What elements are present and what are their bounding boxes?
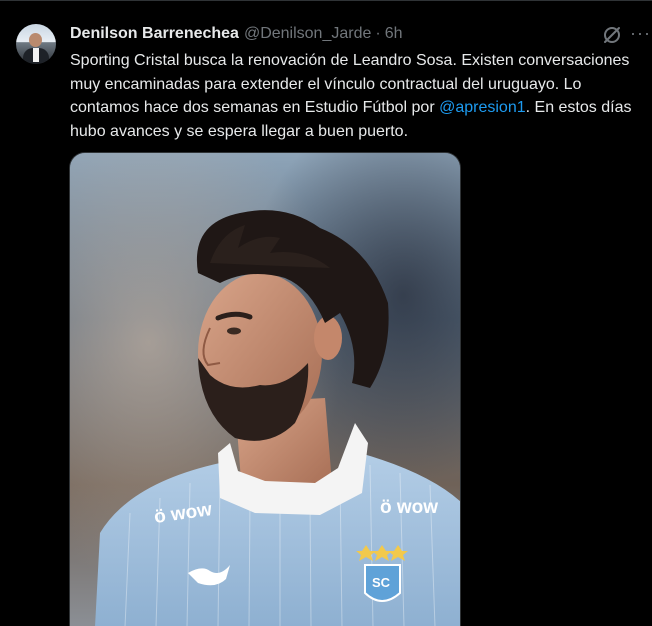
avatar-head [29,33,42,47]
avatar-shirt [33,48,39,62]
author-handle[interactable]: @Denilson_Jarde [244,25,371,43]
sponsor-right: ö wow [380,497,438,518]
player-photo: ö wow ö wow SC [70,153,460,626]
timestamp[interactable]: 6h [385,25,403,43]
mention-link[interactable]: @apresion1 [439,99,526,116]
tweet-photo[interactable]: ö wow ö wow SC [69,152,461,626]
grok-icon[interactable] [601,24,623,46]
tweet-text: Sporting Cristal busca la renovación de … [70,49,650,143]
more-icon[interactable]: ··· [630,24,652,45]
separator-dot: · [375,25,381,42]
author-name[interactable]: Denilson Barrenechea [70,25,239,43]
tweet-header: Denilson Barrenechea @Denilson_Jarde · 6… [70,23,403,45]
crest-text: SC [372,575,391,590]
top-divider [0,0,652,1]
avatar[interactable] [16,24,56,64]
